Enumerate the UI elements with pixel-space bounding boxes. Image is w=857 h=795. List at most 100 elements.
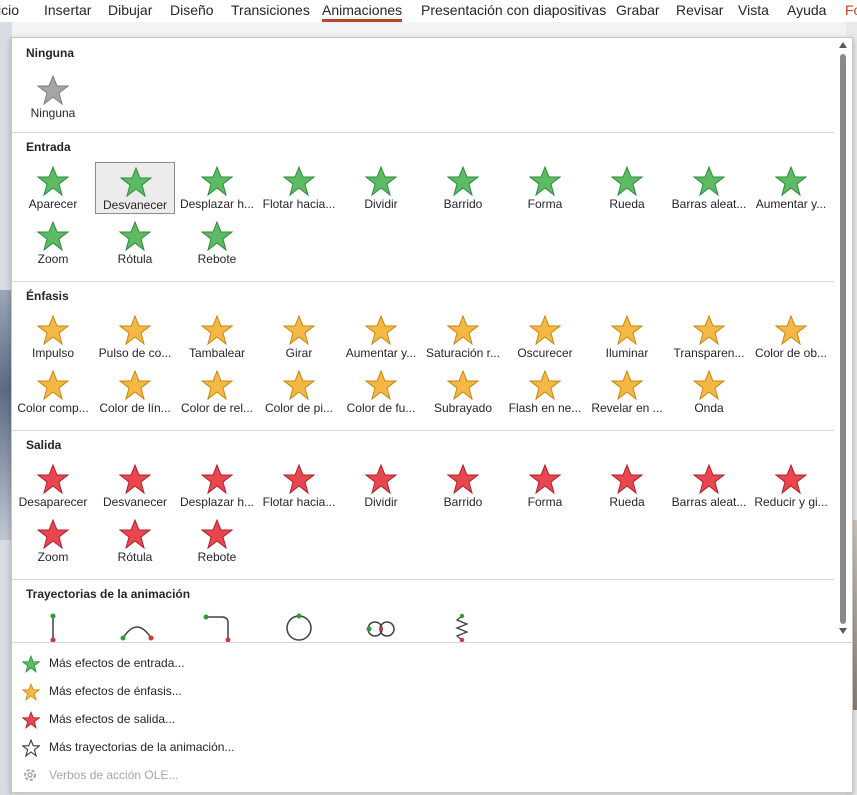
enfasis-effect-item[interactable]: Color de lín... bbox=[95, 366, 175, 418]
enfasis-effect-item[interactable]: Impulso bbox=[13, 311, 93, 363]
scroll-down-arrow-icon[interactable] bbox=[839, 628, 847, 634]
enfasis-effect-item[interactable]: Color de ob... bbox=[751, 311, 831, 363]
tab-diseno[interactable]: Diseño bbox=[170, 2, 214, 18]
salida-effect-item[interactable]: Desaparecer bbox=[13, 460, 93, 512]
entrada-effect-item[interactable]: Rebote bbox=[177, 217, 257, 269]
path-loops-icon[interactable] bbox=[364, 618, 398, 640]
effect-label: Zoom bbox=[37, 550, 69, 564]
enfasis-effect-item[interactable]: Onda bbox=[669, 366, 749, 418]
menu-more-entrance[interactable]: Más efectos de entrada... bbox=[12, 649, 412, 677]
section-title-salida: Salida bbox=[26, 438, 62, 452]
effect-label: Desvanecer bbox=[102, 495, 168, 509]
path-turn-icon[interactable] bbox=[202, 612, 234, 642]
enfasis-effect-item[interactable]: Girar bbox=[259, 311, 339, 363]
effect-label: Aumentar y... bbox=[345, 346, 417, 360]
salida-effect-item[interactable]: Rebote bbox=[177, 515, 257, 567]
scroll-up-arrow-icon[interactable] bbox=[839, 42, 847, 48]
salida-star-icon bbox=[201, 519, 233, 549]
entrada-star-icon bbox=[283, 166, 315, 196]
salida-effect-item[interactable]: Dividir bbox=[341, 460, 421, 512]
effect-label: Flash en ne... bbox=[508, 401, 582, 415]
tab-inicio[interactable]: icio bbox=[0, 2, 19, 18]
salida-effect-item[interactable]: Rótula bbox=[95, 515, 175, 567]
menu-more-exit[interactable]: Más efectos de salida... bbox=[12, 705, 412, 733]
effect-label: Barrido bbox=[443, 197, 483, 211]
effect-label: Transparen... bbox=[673, 346, 745, 360]
salida-effect-item[interactable]: Reducir y gi... bbox=[751, 460, 831, 512]
salida-effect-item[interactable]: Barrido bbox=[423, 460, 503, 512]
tab-animaciones[interactable]: Animaciones bbox=[322, 2, 403, 22]
tab-grabar[interactable]: Grabar bbox=[616, 2, 660, 18]
red-star-icon bbox=[22, 711, 40, 729]
enfasis-effect-item[interactable]: Oscurecer bbox=[505, 311, 585, 363]
enfasis-effect-item[interactable]: Aumentar y... bbox=[341, 311, 421, 363]
tab-transiciones[interactable]: Transiciones bbox=[231, 2, 310, 18]
effect-label: Iluminar bbox=[605, 346, 649, 360]
menu-more-emphasis[interactable]: Más efectos de énfasis... bbox=[12, 677, 412, 705]
salida-effect-item[interactable]: Desvanecer bbox=[95, 460, 175, 512]
orange-burst-icon bbox=[22, 683, 40, 701]
section-separator bbox=[12, 281, 834, 282]
entrada-effect-item[interactable]: Barrido bbox=[423, 162, 503, 214]
entrada-effect-item[interactable]: Barras aleat... bbox=[669, 162, 749, 214]
slide-thumbnail[interactable] bbox=[0, 290, 11, 540]
enfasis-effect-item[interactable]: Revelar en ... bbox=[587, 366, 667, 418]
enfasis-star-icon bbox=[693, 315, 725, 345]
enfasis-effect-item[interactable]: Color de rel... bbox=[177, 366, 257, 418]
path-line-icon[interactable] bbox=[46, 612, 60, 642]
enfasis-effect-item[interactable]: Transparen... bbox=[669, 311, 749, 363]
tab-vista[interactable]: Vista bbox=[738, 2, 769, 18]
ribbon-tab-bar: icio Insertar Dibujar Diseño Transicione… bbox=[0, 0, 857, 22]
salida-effect-item[interactable]: Desplazar h... bbox=[177, 460, 257, 512]
scrollbar-thumb[interactable] bbox=[840, 54, 846, 624]
enfasis-effect-item[interactable]: Saturación r... bbox=[423, 311, 503, 363]
entrada-effect-item[interactable]: Aparecer bbox=[13, 162, 93, 214]
effect-none[interactable]: Ninguna bbox=[13, 71, 93, 123]
path-arc-icon[interactable] bbox=[120, 618, 154, 642]
effect-label: Onda bbox=[694, 401, 724, 415]
effect-label: Forma bbox=[527, 495, 563, 509]
path-spring-icon[interactable] bbox=[454, 612, 470, 642]
section-title-trayectorias: Trayectorias de la animación bbox=[26, 587, 191, 601]
entrada-effect-item[interactable]: Flotar hacia... bbox=[259, 162, 339, 214]
enfasis-effect-item[interactable]: Flash en ne... bbox=[505, 366, 585, 418]
tab-formato[interactable]: Fo bbox=[845, 2, 857, 18]
enfasis-effect-item[interactable]: Color de fu... bbox=[341, 366, 421, 418]
effect-label: Rueda bbox=[609, 197, 645, 211]
salida-effect-item[interactable]: Barras aleat... bbox=[669, 460, 749, 512]
entrada-effect-item[interactable]: Dividir bbox=[341, 162, 421, 214]
gallery-scroll-area: Ninguna Ninguna Entrada Aparecer Desvanec… bbox=[12, 38, 836, 642]
gallery-scrollbar[interactable] bbox=[836, 38, 850, 642]
effect-label: Color de pi... bbox=[264, 401, 334, 415]
entrada-effect-item[interactable]: Forma bbox=[505, 162, 585, 214]
enfasis-effect-item[interactable]: Iluminar bbox=[587, 311, 667, 363]
entrada-star-icon bbox=[775, 166, 807, 196]
tab-revisar[interactable]: Revisar bbox=[676, 2, 723, 18]
enfasis-effect-item[interactable]: Subrayado bbox=[423, 366, 503, 418]
tab-dibujar[interactable]: Dibujar bbox=[108, 2, 152, 18]
salida-effect-item[interactable]: Flotar hacia... bbox=[259, 460, 339, 512]
tab-presentacion[interactable]: Presentación con diapositivas bbox=[421, 2, 606, 18]
salida-effect-item[interactable]: Rueda bbox=[587, 460, 667, 512]
salida-effect-item[interactable]: Forma bbox=[505, 460, 585, 512]
entrada-effect-item[interactable]: Rótula bbox=[95, 217, 175, 269]
tab-insertar[interactable]: Insertar bbox=[44, 2, 91, 18]
effect-label: Forma bbox=[527, 197, 563, 211]
path-circle-icon[interactable] bbox=[284, 612, 314, 642]
enfasis-effect-item[interactable]: Tambalear bbox=[177, 311, 257, 363]
enfasis-effect-item[interactable]: Pulso de co... bbox=[95, 311, 175, 363]
entrada-effect-item[interactable]: Zoom bbox=[13, 217, 93, 269]
entrada-effect-item[interactable]: Desplazar h... bbox=[177, 162, 257, 214]
entrada-effect-item[interactable]: Aumentar y... bbox=[751, 162, 831, 214]
enfasis-effect-item[interactable]: Color comp... bbox=[13, 366, 93, 418]
salida-effect-item[interactable]: Zoom bbox=[13, 515, 93, 567]
effect-label: Revelar en ... bbox=[591, 401, 663, 415]
entrada-star-icon bbox=[37, 221, 69, 251]
entrada-effect-item[interactable]: Rueda bbox=[587, 162, 667, 214]
enfasis-effect-item[interactable]: Color de pi... bbox=[259, 366, 339, 418]
menu-more-paths[interactable]: Más trayectorias de la animación... bbox=[12, 733, 412, 761]
tab-ayuda[interactable]: Ayuda bbox=[787, 2, 826, 18]
entrada-effect-item[interactable]: Desvanecer bbox=[95, 162, 175, 214]
salida-star-icon bbox=[611, 464, 643, 494]
section-separator bbox=[12, 132, 834, 133]
